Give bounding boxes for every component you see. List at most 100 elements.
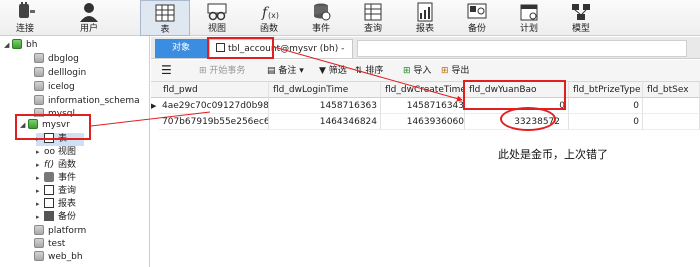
toolbar-view-label: 视图	[207, 24, 226, 34]
tree-node-label: 函数	[58, 160, 77, 170]
toolbar-backup-button[interactable]: 备份	[452, 0, 502, 36]
column-header[interactable]: fld_pwd	[151, 82, 269, 98]
menu-icon[interactable]: ☰	[161, 63, 172, 79]
memo-button[interactable]: ▤ 备注 ▾	[267, 63, 304, 79]
query-icon	[44, 185, 54, 195]
model-icon	[572, 4, 590, 20]
tree-db-icelog[interactable]: icelog	[34, 81, 75, 94]
tree-db-information-schema[interactable]: information_schema	[34, 95, 140, 108]
collapse-arrow-icon[interactable]: ◢	[4, 39, 12, 52]
import-label: 导入	[413, 66, 432, 76]
toolbar-function-button[interactable]: f (x) 函数	[244, 0, 294, 36]
toolbar-table-button[interactable]: 表	[140, 0, 190, 36]
table-cell[interactable]: 0	[465, 98, 569, 114]
tree-node-views[interactable]: ▸ oo 视图	[36, 146, 76, 159]
tab-objects[interactable]: 对象	[155, 39, 207, 58]
tree-node-tables[interactable]: ▸ 表	[36, 133, 84, 146]
table-cell[interactable]	[643, 98, 700, 114]
tree-node-queries[interactable]: ▸ 查询	[36, 185, 76, 198]
expand-arrow-icon[interactable]: ▸	[36, 146, 44, 159]
toolbar-connect-button[interactable]: 连接	[0, 0, 50, 36]
expand-arrow-icon[interactable]: ▸	[36, 172, 44, 185]
database-icon	[34, 53, 44, 63]
table-cell[interactable]: 0	[569, 114, 643, 130]
tree-db-label: test	[48, 239, 66, 249]
database-icon	[34, 251, 44, 261]
table-cell[interactable]: 4ae29c70c09127d0b9859	[159, 98, 269, 114]
column-header[interactable]: fld_dwLoginTime	[269, 82, 381, 98]
toolbar-connect-label: 连接	[15, 24, 34, 34]
table-cell[interactable]: 1463936060	[381, 114, 465, 130]
sort-icon: ⇅	[355, 66, 366, 76]
tree-node-label: 查询	[58, 186, 77, 196]
tree-db-dbglog[interactable]: dbglog	[34, 53, 79, 66]
table-cell[interactable]: 1464346824	[269, 114, 381, 130]
table-icon	[44, 133, 54, 143]
tree-db-mysvr[interactable]: ◢ mysvr	[20, 119, 70, 132]
expand-arrow-icon[interactable]: ▸	[36, 198, 44, 211]
toolbar-model-button[interactable]: 模型	[556, 0, 606, 36]
toolbar-model-label: 模型	[571, 24, 590, 34]
filter-button[interactable]: ▼ 筛选	[319, 63, 347, 79]
chevron-down-icon: ▾	[296, 66, 304, 76]
expand-arrow-icon[interactable]: ▸	[36, 133, 44, 146]
tree-db-platform[interactable]: platform	[34, 225, 86, 238]
tree-node-reports[interactable]: ▸ 报表	[36, 198, 76, 211]
table-cell[interactable]: 0	[569, 98, 643, 114]
report-icon	[417, 2, 433, 22]
column-header[interactable]: fld_dwCreateTime	[381, 82, 465, 98]
main-toolbar: 连接 用户 表 视图 f (x) 函数 事件 查询 报表 备份 计划 模型	[0, 0, 700, 36]
tree-node-label: 备份	[58, 212, 77, 222]
toolbar-report-button[interactable]: 报表	[400, 0, 450, 36]
begin-transaction-button[interactable]: ⊞ 开始事务	[199, 63, 245, 79]
table-cell[interactable]: 707b67919b55e256ec6d4	[159, 114, 269, 130]
table-toolbar: ☰ ⊞ 开始事务 ▤ 备注 ▾ ▼ 筛选 ⇅ 排序 ⊞ 导入 ⊞ 导出	[151, 60, 700, 82]
tree-node-events[interactable]: ▸ 事件	[36, 172, 76, 185]
table-cell[interactable]: 1458716363	[269, 98, 381, 114]
transaction-icon: ⊞	[199, 66, 210, 76]
collapse-arrow-icon[interactable]: ◢	[20, 119, 28, 132]
glasses-icon	[207, 3, 227, 21]
table-cell[interactable]: 33238572	[465, 114, 569, 130]
tree-db-test[interactable]: test	[34, 238, 65, 251]
app-window: 连接 用户 表 视图 f (x) 函数 事件 查询 报表 备份 计划 模型 ◢ …	[0, 0, 700, 267]
table-cell[interactable]: 1458716343	[381, 98, 465, 114]
toolbar-query-button[interactable]: 查询	[348, 0, 398, 36]
event-icon	[44, 172, 54, 182]
plug-icon	[19, 2, 35, 18]
export-button[interactable]: ⊞ 导出	[441, 63, 469, 79]
current-row-arrow-icon: ▶	[151, 102, 157, 110]
toolbar-schedule-button[interactable]: 计划	[504, 0, 554, 36]
tree-node-label: 报表	[58, 199, 77, 209]
tree-node-backups[interactable]: ▸ 备份	[36, 211, 76, 224]
expand-arrow-icon[interactable]: ▸	[36, 185, 44, 198]
tab-table-data[interactable]: tbl_account@mysvr (bh) - 表	[209, 39, 353, 73]
database-icon	[28, 119, 38, 129]
tree-db-web-bh[interactable]: web_bh	[34, 251, 83, 264]
toolbar-report-label: 报表	[415, 24, 434, 34]
column-header[interactable]: fld_btPrizeType	[569, 82, 643, 98]
toolbar-schedule-label: 计划	[519, 24, 538, 34]
toolbar-event-button[interactable]: 事件	[296, 0, 346, 36]
column-header[interactable]: fld_dwYuanBao	[465, 82, 569, 98]
import-button[interactable]: ⊞ 导入	[403, 63, 431, 79]
database-icon	[34, 108, 44, 117]
expand-arrow-icon[interactable]: ▸	[36, 159, 44, 172]
expand-arrow-icon[interactable]: ▸	[36, 211, 44, 224]
user-icon	[80, 3, 98, 22]
database-icon	[34, 95, 44, 105]
column-header[interactable]: fld_btSex	[643, 82, 700, 98]
schedule-icon	[520, 4, 538, 21]
tree-node-functions[interactable]: ▸ f() 函数	[36, 159, 76, 172]
tree-db-delllogin[interactable]: delllogin	[34, 67, 86, 80]
report-icon	[44, 198, 54, 208]
tree-db-mysql[interactable]: mysql	[34, 108, 75, 117]
sort-button[interactable]: ⇅ 排序	[355, 63, 383, 79]
toolbar-user-button[interactable]: 用户	[64, 0, 114, 36]
tree-connection-bh[interactable]: ◢ bh	[4, 39, 37, 52]
export-icon: ⊞	[441, 66, 452, 76]
tree-db-label: web_bh	[48, 252, 83, 262]
tab-bar: 对象 tbl_account@mysvr (bh) - 表	[151, 37, 700, 73]
table-cell[interactable]	[643, 114, 700, 130]
toolbar-view-button[interactable]: 视图	[192, 0, 242, 36]
